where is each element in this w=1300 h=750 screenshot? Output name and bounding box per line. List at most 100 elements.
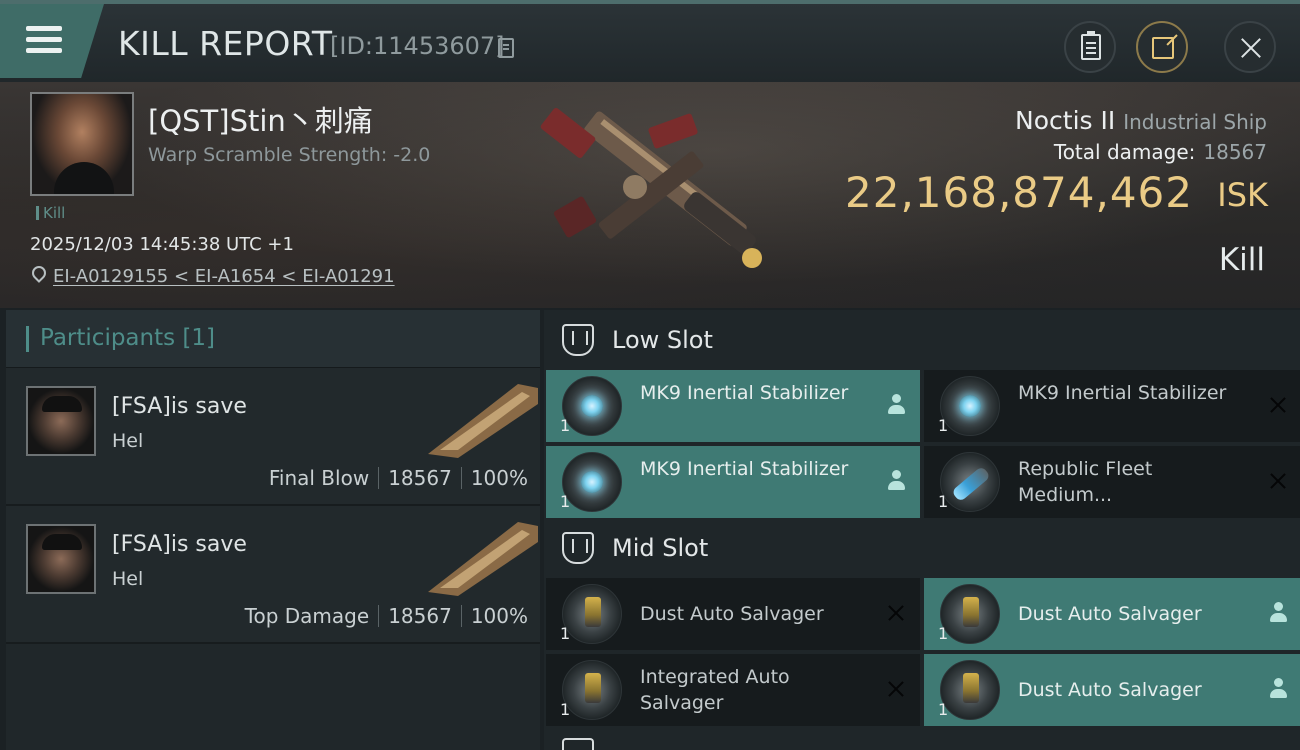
participants-panel: Participants [1] [FSA]is save Hel Final … — [6, 310, 540, 750]
victim-portrait[interactable] — [30, 92, 134, 196]
inertial-stabilizer-icon — [562, 376, 622, 436]
kill-summary: [QST]Stin丶刺痛 Warp Scramble Strength: -2.… — [0, 82, 1300, 308]
low-slot-icon — [562, 324, 594, 356]
low-slot-grid: 1 MK9 Inertial Stabilizer 1 MK9 Inertial… — [544, 370, 1300, 518]
module-quantity: 1 — [560, 624, 571, 643]
dropped-person-icon — [1268, 678, 1288, 700]
dropped-person-icon — [886, 470, 906, 492]
salvager-icon — [940, 584, 1000, 644]
kill-datetime: 2025/12/03 14:45:38 UTC +1 — [30, 234, 294, 255]
module-quantity: 1 — [560, 700, 571, 719]
participant-avatar[interactable] — [26, 386, 96, 456]
mid-slot-grid: 1 Dust Auto Salvager 1 Dust Auto Salvage… — [544, 578, 1300, 726]
module-quantity: 1 — [938, 624, 949, 643]
destroyed-x-icon — [1268, 470, 1288, 492]
module-quantity: 1 — [560, 492, 571, 511]
participant-stats: Final Blow 18567 100% — [269, 466, 528, 490]
module-card[interactable]: 1 MK9 Inertial Stabilizer — [546, 446, 920, 518]
participant-ship-image — [428, 522, 538, 596]
module-name: Republic Fleet Medium... — [1018, 458, 1153, 506]
total-damage: Total damage: 18567 — [1054, 140, 1267, 164]
participant-name: [FSA]is save — [112, 532, 247, 557]
menu-button[interactable] — [0, 4, 104, 78]
participant-role: Final Blow — [268, 466, 370, 490]
participant-stats: Top Damage 18567 100% — [245, 604, 528, 628]
mid-slot-icon — [562, 532, 594, 564]
dropped-person-icon — [1268, 602, 1288, 624]
participant-ship-image — [428, 384, 538, 458]
victim-name: [QST]Stin丶刺痛 — [148, 104, 373, 138]
location-link[interactable]: EI-A0129155 < EI-A1654 < EI-A01291 — [53, 266, 395, 287]
participant-damage: 18567 — [388, 466, 452, 490]
participant-percent: 100% — [470, 604, 528, 628]
clipboard-button[interactable] — [1064, 21, 1116, 73]
module-name: Dust Auto Salvager — [1018, 603, 1202, 625]
hamburger-icon — [26, 26, 62, 54]
module-card[interactable]: 1 Dust Auto Salvager — [546, 578, 920, 650]
isk-value: 22,168,874,462 — [845, 168, 1193, 217]
participant-row[interactable]: [FSA]is save Hel Top Damage 18567 100% — [6, 506, 540, 644]
module-card[interactable]: 1 MK9 Inertial Stabilizer — [924, 370, 1300, 442]
low-slot-header: Low Slot — [544, 310, 1300, 370]
module-card[interactable]: 1 Dust Auto Salvager — [924, 578, 1300, 650]
inertial-stabilizer-icon — [940, 376, 1000, 436]
fitting-panel: Low Slot 1 MK9 Inertial Stabilizer 1 MK9… — [544, 310, 1300, 750]
low-slot-label: Low Slot — [612, 326, 713, 354]
module-quantity: 1 — [938, 492, 949, 511]
ship-image — [540, 107, 762, 268]
participant-damage: 18567 — [388, 604, 452, 628]
salvager-icon — [562, 660, 622, 720]
module-card[interactable]: 1 MK9 Inertial Stabilizer — [546, 370, 920, 442]
clipboard-icon — [1081, 31, 1101, 60]
participants-label: Participants [1] — [40, 325, 215, 351]
kill-tag: Kill — [36, 206, 65, 221]
module-card[interactable]: 1 Integrated Auto Salvager — [546, 654, 920, 726]
participant-name: [FSA]is save — [112, 394, 247, 419]
ship-class: Industrial Ship — [1123, 110, 1267, 134]
destroyed-x-icon — [886, 602, 906, 624]
participant-row[interactable]: [FSA]is save Hel Final Blow 18567 100% — [6, 368, 540, 506]
participant-avatar[interactable] — [26, 524, 96, 594]
share-button[interactable] — [1136, 21, 1188, 73]
inertial-stabilizer-icon — [562, 452, 622, 512]
share-icon — [1152, 37, 1174, 59]
close-icon — [1241, 38, 1261, 58]
destroyed-x-icon — [1268, 394, 1288, 416]
kill-result: Kill — [1218, 242, 1265, 278]
copy-id-icon[interactable] — [498, 38, 514, 58]
salvager-icon — [562, 584, 622, 644]
module-name: Dust Auto Salvager — [1018, 679, 1202, 701]
module-name: MK9 Inertial Stabilizer — [640, 458, 849, 480]
page-title: KILL REPORT — [118, 24, 333, 63]
module-quantity: 1 — [560, 416, 571, 435]
ship-name: Noctis II Industrial Ship — [1015, 106, 1267, 135]
total-damage-value: 18567 — [1203, 140, 1267, 164]
participants-header: Participants [1] — [6, 310, 540, 368]
participant-percent: 100% — [470, 466, 528, 490]
isk-unit: ISK — [1217, 176, 1268, 214]
module-card[interactable]: 1 Dust Auto Salvager — [924, 654, 1300, 726]
location-pin-icon — [29, 263, 49, 283]
module-quantity: 1 — [938, 700, 949, 719]
republic-fleet-module-icon — [940, 452, 1000, 512]
total-damage-label: Total damage: — [1053, 140, 1196, 164]
module-quantity: 1 — [938, 416, 949, 435]
salvager-icon — [940, 660, 1000, 720]
mid-slot-label: Mid Slot — [612, 534, 709, 562]
top-bar: KILL REPORT [ID:11453607] — [0, 0, 1300, 82]
participant-ship: Hel — [112, 568, 144, 590]
destroyed-x-icon — [886, 678, 906, 700]
mid-slot-header: Mid Slot — [544, 518, 1300, 578]
module-name: MK9 Inertial Stabilizer — [640, 382, 849, 404]
participant-ship: Hel — [112, 430, 144, 452]
next-slot-icon — [562, 738, 594, 750]
section-marker — [26, 326, 29, 352]
warp-scramble-strength: Warp Scramble Strength: -2.0 — [148, 144, 431, 166]
ship-type: Noctis II — [1015, 106, 1116, 135]
close-button[interactable] — [1224, 21, 1276, 73]
module-name: MK9 Inertial Stabilizer — [1018, 382, 1227, 404]
module-name: Dust Auto Salvager — [640, 603, 824, 625]
module-name: Integrated Auto Salvager — [640, 666, 790, 714]
participant-role: Top Damage — [244, 604, 370, 628]
module-card[interactable]: 1 Republic Fleet Medium... — [924, 446, 1300, 518]
